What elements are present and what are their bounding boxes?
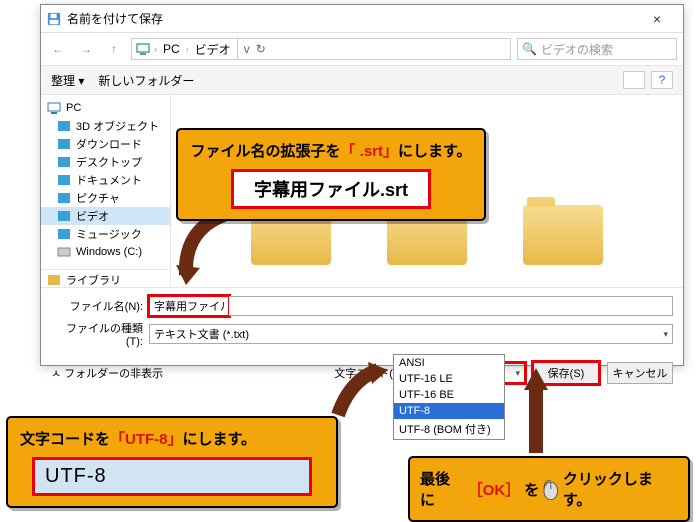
cancel-button[interactable]: キャンセル — [607, 362, 673, 384]
callout-extension: ファイル名の拡張子を「 .srt」にします。 字幕用ファイル.srt — [176, 128, 486, 221]
library-icon — [47, 274, 61, 286]
filename-input-ext[interactable] — [229, 296, 673, 316]
cube-icon — [57, 120, 71, 132]
pc-icon — [136, 42, 150, 56]
sidebar-library[interactable]: ライブラリ — [41, 269, 170, 287]
new-folder-button[interactable]: 新しいフォルダー — [98, 72, 194, 89]
pc-icon — [47, 102, 61, 114]
footer: ㅅ フォルダーの非表示 文字コード(E): UTF-8▾ 保存(S) キャンセル — [41, 356, 683, 390]
close-button[interactable]: × — [637, 11, 677, 27]
sidebar-item-downloads[interactable]: ダウンロード — [41, 135, 170, 153]
search-input[interactable]: 🔍 ビデオの検索 — [517, 38, 677, 60]
enc-opt-utf8bom[interactable]: UTF-8 (BOM 付き) — [394, 419, 504, 439]
sidebar: PC 3D オブジェクト ダウンロード デスクトップ ドキュメント ピクチャ ビ… — [41, 95, 171, 287]
enc-opt-utf16be[interactable]: UTF-16 BE — [394, 387, 504, 403]
help-button[interactable]: ? — [651, 71, 673, 89]
up-button[interactable]: ↑ — [103, 38, 125, 60]
music-icon — [57, 228, 71, 240]
sidebar-item-c-drive[interactable]: Windows (C:) — [41, 243, 170, 261]
download-icon — [57, 138, 71, 150]
hide-folders[interactable]: ㅅ フォルダーの非表示 — [51, 365, 163, 381]
mouse-icon — [543, 478, 559, 500]
back-button[interactable]: ← — [47, 38, 69, 60]
enc-opt-ansi[interactable]: ANSI — [394, 355, 504, 371]
callout-enc-box: UTF-8 — [32, 457, 312, 496]
filetype-label: ファイルの種類(T): — [51, 320, 143, 348]
sidebar-item-video[interactable]: ビデオ — [41, 207, 170, 225]
drive-icon — [57, 246, 71, 258]
callout-encoding: 文字コードを「UTF-8」にします。 UTF-8 — [6, 416, 338, 508]
nav-row: ← → ↑ › PC › ビデオ v ↻ 🔍 ビデオの検索 — [41, 33, 683, 65]
toolbar: 整理 ▾ 新しいフォルダー ? — [41, 65, 683, 95]
sidebar-item-music[interactable]: ミュージック — [41, 225, 170, 243]
save-button[interactable]: 保存(S) — [533, 362, 599, 384]
search-placeholder: ビデオの検索 — [541, 41, 613, 58]
titlebar: 名前を付けて保存 × — [41, 5, 683, 33]
enc-opt-utf8[interactable]: UTF-8 — [394, 403, 504, 419]
filetype-select[interactable]: テキスト文書 (*.txt)▾ — [149, 324, 673, 344]
enc-opt-utf16le[interactable]: UTF-16 LE — [394, 371, 504, 387]
sidebar-item-pictures[interactable]: ピクチャ — [41, 189, 170, 207]
refresh-button[interactable]: ↻ — [256, 42, 266, 56]
crumb-video[interactable]: ビデオ — [193, 41, 233, 58]
sidebar-pc[interactable]: PC — [41, 99, 170, 117]
crumb-pc[interactable]: PC — [161, 42, 182, 56]
desktop-icon — [57, 156, 71, 168]
organize-menu[interactable]: 整理 ▾ — [51, 72, 84, 89]
encoding-dropdown: ANSI UTF-16 LE UTF-16 BE UTF-8 UTF-8 (BO… — [393, 354, 505, 440]
callout-ok: 最後に ［OK］ を クリックします。 — [408, 456, 690, 522]
filename-input[interactable] — [149, 296, 229, 316]
search-icon: 🔍 — [522, 42, 537, 56]
path-dropdown[interactable]: v — [244, 42, 250, 56]
filename-area: ファイル名(N): ファイルの種類(T): テキスト文書 (*.txt)▾ — [41, 287, 683, 356]
forward-button[interactable]: → — [75, 38, 97, 60]
save-icon — [47, 12, 61, 26]
window-title: 名前を付けて保存 — [67, 10, 637, 27]
folder-icon[interactable] — [523, 205, 603, 265]
sidebar-item-desktop[interactable]: デスクトップ — [41, 153, 170, 171]
document-icon — [57, 174, 71, 186]
sidebar-item-documents[interactable]: ドキュメント — [41, 171, 170, 189]
video-icon — [57, 210, 71, 222]
callout-ext-box: 字幕用ファイル.srt — [231, 169, 431, 209]
filename-label: ファイル名(N): — [51, 298, 143, 314]
view-button[interactable] — [623, 71, 645, 89]
breadcrumb[interactable]: › PC › ビデオ v ↻ — [131, 38, 511, 60]
sidebar-item-3d[interactable]: 3D オブジェクト — [41, 117, 170, 135]
picture-icon — [57, 192, 71, 204]
